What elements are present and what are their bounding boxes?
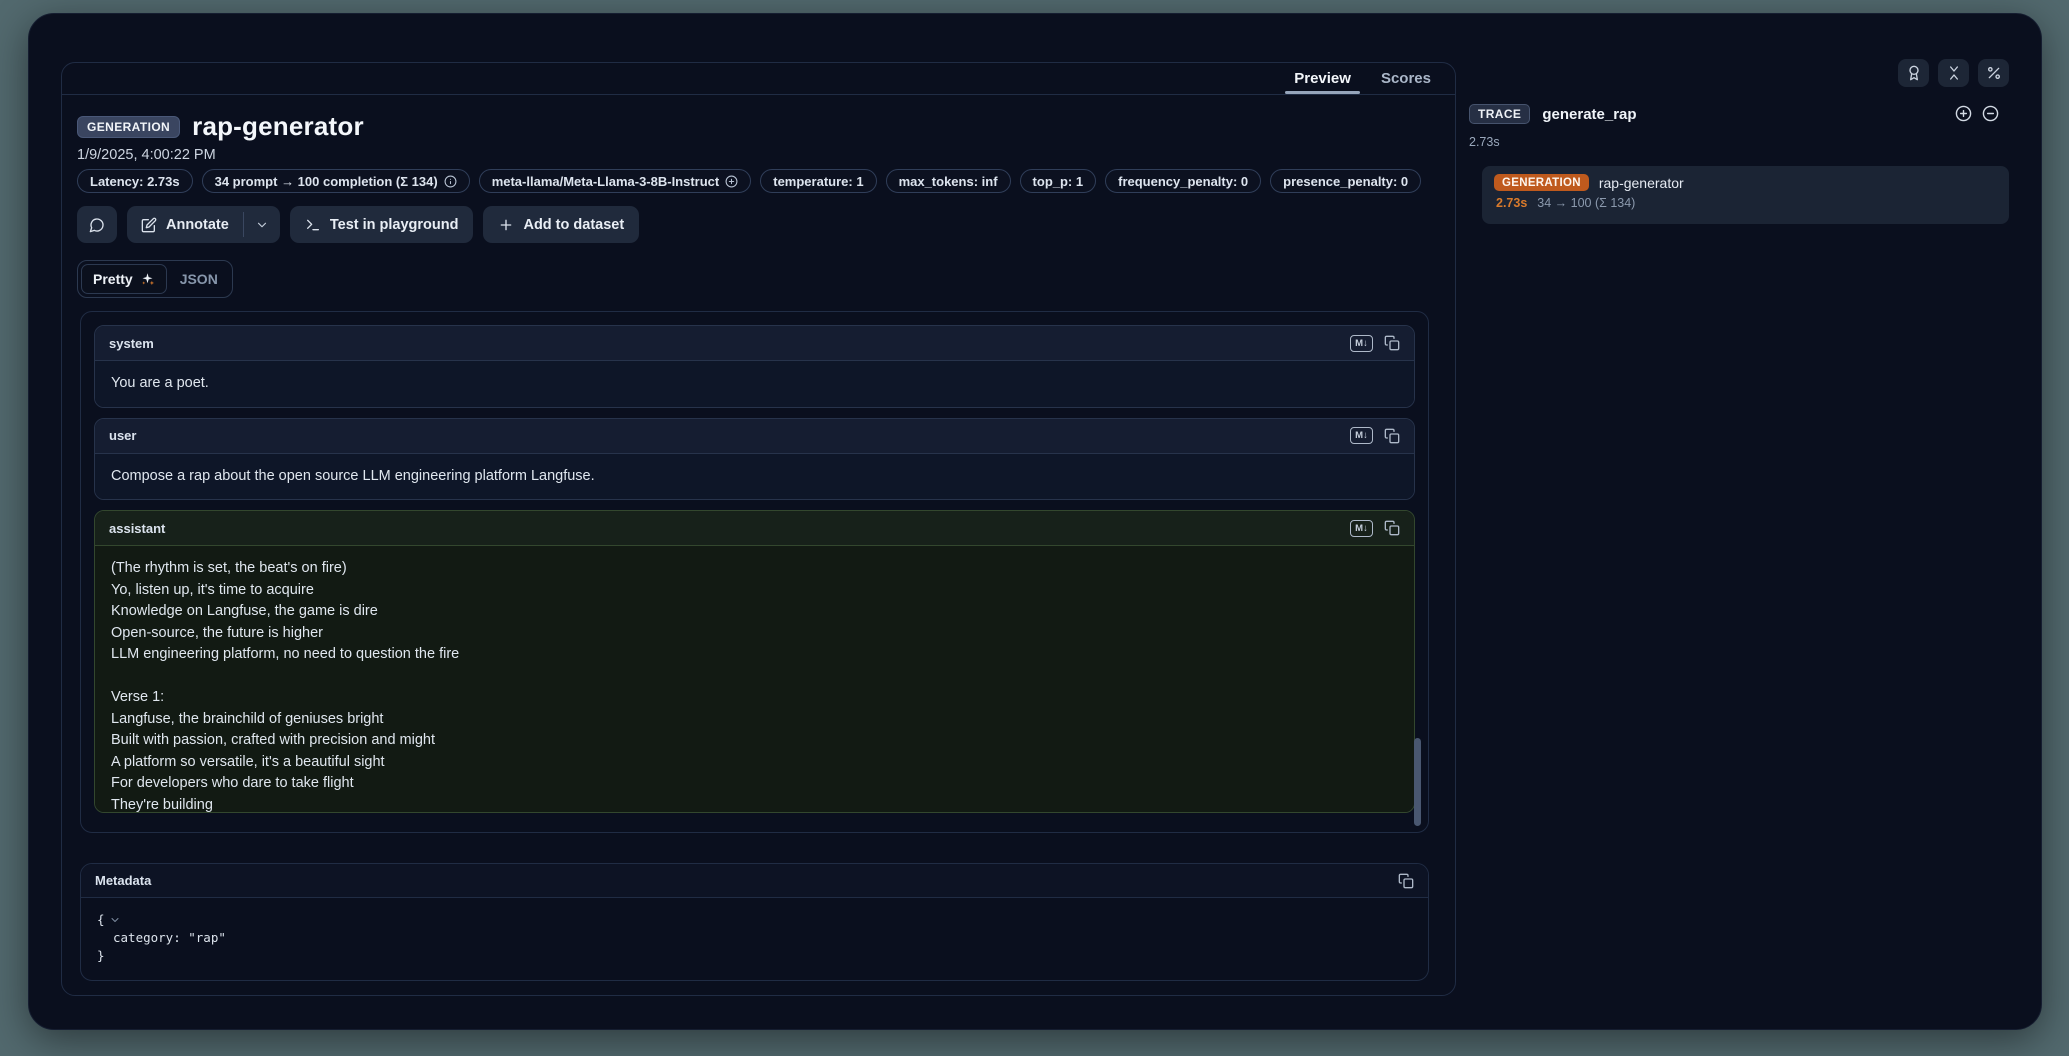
toggle-json[interactable]: JSON	[169, 264, 229, 294]
generation-badge: GENERATION	[1494, 174, 1589, 191]
message-content: You are a poet.	[95, 361, 1414, 407]
collapse-all-icon[interactable]	[1982, 105, 1999, 122]
percent-icon	[1986, 65, 2002, 81]
copy-icon[interactable]	[1384, 428, 1400, 444]
role-label: assistant	[109, 521, 165, 536]
sparkles-icon	[140, 272, 155, 287]
expand-all-icon[interactable]	[1955, 105, 1972, 122]
chip-max-tokens: max_tokens: inf	[886, 169, 1011, 193]
tabstrip: Preview Scores	[62, 63, 1455, 95]
chip-label: 34 prompt → 100 completion (Σ 134)	[215, 174, 438, 189]
trace-header: TRACE generate_rap	[1469, 104, 1637, 124]
title-row: GENERATION rap-generator	[77, 111, 364, 142]
copy-icon[interactable]	[1384, 335, 1400, 351]
tree-controls	[1955, 105, 1999, 122]
json-brace-open: {	[97, 911, 105, 929]
trace-name[interactable]: generate_rap	[1542, 106, 1636, 123]
info-icon[interactable]	[444, 175, 457, 188]
chip-model[interactable]: meta-llama/Meta-Llama-3-8B-Instruct	[479, 169, 752, 193]
annotate-button[interactable]: Annotate	[127, 206, 243, 243]
tree-node-name: rap-generator	[1599, 175, 1684, 191]
toggle-pretty[interactable]: Pretty	[81, 264, 167, 294]
window-controls	[1898, 59, 2009, 87]
metadata-header: Metadata	[81, 864, 1428, 898]
pretty-label: Pretty	[93, 271, 133, 287]
trace-latency: 2.73s	[1469, 135, 1500, 149]
tree-node-generation[interactable]: GENERATION rap-generator 2.73s 34 → 100 …	[1482, 166, 2009, 224]
chip-presence-penalty: presence_penalty: 0	[1270, 169, 1421, 193]
chip-label: temperature: 1	[773, 174, 863, 189]
scrollbar-thumb[interactable]	[1414, 738, 1421, 826]
markdown-icon[interactable]: M↓	[1350, 520, 1373, 537]
metadata-json: { category: "rap" }	[81, 898, 1428, 978]
chip-label: Latency: 2.73s	[90, 174, 180, 189]
toolbar: Annotate Test in playground Add to datas…	[77, 206, 639, 243]
role-label: user	[109, 428, 136, 443]
tree-node-tokens: 34 → 100 (Σ 134)	[1537, 196, 1635, 210]
message-assistant: assistant M↓ (The rhythm is set, the bea…	[94, 510, 1415, 813]
chip-tokens[interactable]: 34 prompt → 100 completion (Σ 134)	[202, 169, 470, 193]
award-icon	[1906, 65, 1922, 81]
markdown-icon[interactable]: M↓	[1350, 427, 1373, 444]
annotate-label: Annotate	[166, 217, 229, 233]
trace-type-badge: TRACE	[1469, 104, 1530, 124]
chip-label: max_tokens: inf	[899, 174, 998, 189]
json-property: category: "rap"	[113, 929, 226, 947]
observation-panel: Preview Scores GENERATION rap-generator …	[61, 62, 1456, 996]
message-content: Compose a rap about the open source LLM …	[95, 454, 1414, 500]
json-brace-close: }	[97, 947, 105, 965]
chip-label: presence_penalty: 0	[1283, 174, 1408, 189]
playground-label: Test in playground	[330, 217, 459, 233]
markdown-icon[interactable]: M↓	[1350, 335, 1373, 352]
plus-circle-icon[interactable]	[725, 175, 738, 188]
copy-icon[interactable]	[1384, 520, 1400, 536]
edit-icon	[141, 217, 157, 233]
playground-button[interactable]: Test in playground	[290, 206, 474, 243]
chip-latency: Latency: 2.73s	[77, 169, 193, 193]
message-content: (The rhythm is set, the beat's on fire) …	[95, 546, 1414, 813]
chevron-down-icon	[255, 218, 269, 232]
chip-label: top_p: 1	[1033, 174, 1084, 189]
chevrons-collapse-icon	[1946, 65, 1962, 81]
generation-type-badge: GENERATION	[77, 116, 180, 138]
terminal-icon	[305, 217, 321, 233]
role-label: system	[109, 336, 154, 351]
annotate-dropdown-button[interactable]	[244, 206, 280, 243]
message-header: system M↓	[95, 326, 1414, 361]
parameter-chips: Latency: 2.73s 34 prompt → 100 completio…	[77, 169, 1421, 193]
page-title: rap-generator	[192, 111, 364, 142]
message-header: assistant M↓	[95, 511, 1414, 546]
chip-label: frequency_penalty: 0	[1118, 174, 1248, 189]
messages-container: system M↓ You are a poet. user M↓ Comp	[80, 311, 1429, 833]
chip-label: meta-llama/Meta-Llama-3-8B-Instruct	[492, 174, 720, 189]
message-user: user M↓ Compose a rap about the open sou…	[94, 418, 1415, 501]
copy-icon[interactable]	[1398, 873, 1414, 889]
metadata-title: Metadata	[95, 873, 151, 888]
view-toggle: Pretty JSON	[77, 260, 233, 298]
chip-top-p: top_p: 1	[1020, 169, 1097, 193]
chip-frequency-penalty: frequency_penalty: 0	[1105, 169, 1261, 193]
comment-icon	[89, 217, 105, 233]
tab-preview[interactable]: Preview	[1294, 63, 1351, 94]
plus-icon	[498, 217, 514, 233]
comments-button[interactable]	[77, 206, 117, 243]
tree-node-latency: 2.73s	[1496, 196, 1527, 210]
collapse-button[interactable]	[1938, 59, 1969, 87]
annotate-split-button: Annotate	[127, 206, 280, 243]
percent-button[interactable]	[1978, 59, 2009, 87]
tab-scores[interactable]: Scores	[1381, 63, 1431, 94]
collapse-chevron-icon[interactable]	[109, 914, 121, 926]
add-to-dataset-label: Add to dataset	[523, 217, 624, 233]
timestamp: 1/9/2025, 4:00:22 PM	[77, 147, 216, 163]
json-label: JSON	[180, 271, 218, 287]
chip-temperature: temperature: 1	[760, 169, 876, 193]
message-header: user M↓	[95, 419, 1414, 454]
add-to-dataset-button[interactable]: Add to dataset	[483, 206, 639, 243]
annotations-button[interactable]	[1898, 59, 1929, 87]
metadata-card: Metadata { category: "rap" }	[80, 863, 1429, 981]
message-system: system M↓ You are a poet.	[94, 325, 1415, 408]
app-window: Preview Scores GENERATION rap-generator …	[28, 13, 2042, 1030]
